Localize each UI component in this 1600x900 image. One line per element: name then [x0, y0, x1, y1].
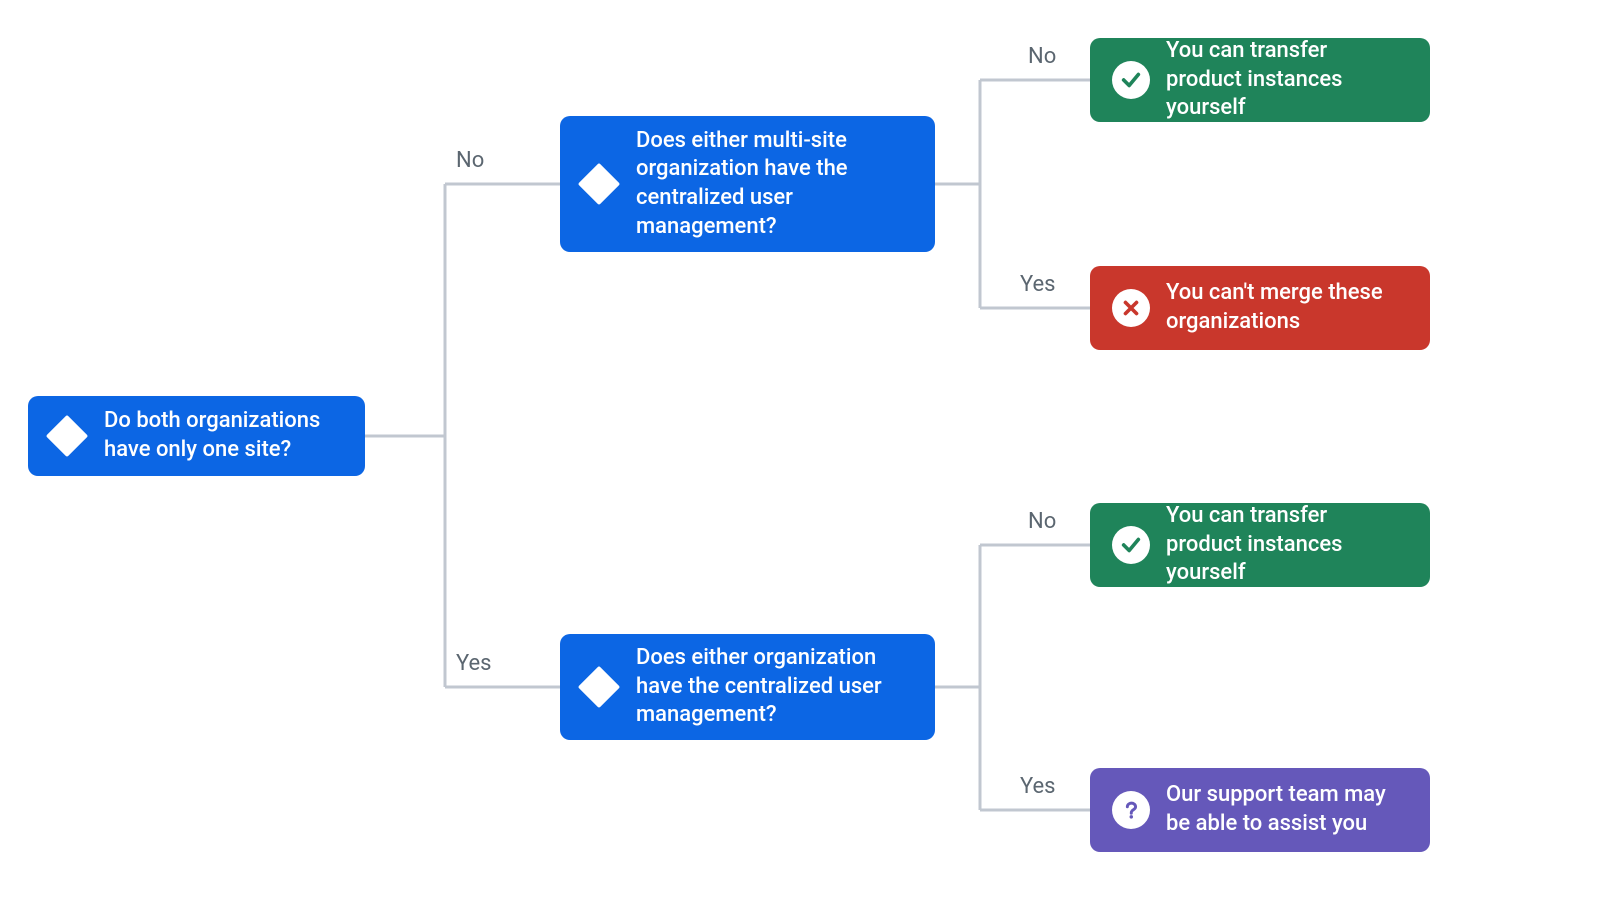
outcome-text: You can transfer product instances yours…	[1166, 502, 1408, 588]
edge-label-yes: Yes	[1020, 774, 1056, 799]
decision-root-text: Do both organizations have only one site…	[104, 407, 343, 464]
diamond-icon	[46, 415, 88, 457]
decision-centralized: Does either organization have the centra…	[560, 634, 935, 740]
decision-multisite-centralized-text: Does either multi-site organization have…	[636, 127, 913, 241]
outcome-support-assist: Our support team may be able to assist y…	[1090, 768, 1430, 852]
outcome-text: You can't merge these organizations	[1166, 279, 1408, 336]
outcome-transfer-yourself-2: You can transfer product instances yours…	[1090, 503, 1430, 587]
decision-root: Do both organizations have only one site…	[28, 396, 365, 476]
check-icon	[1112, 61, 1150, 99]
edge-label-yes: Yes	[456, 651, 492, 676]
outcome-cannot-merge: You can't merge these organizations	[1090, 266, 1430, 350]
outcome-transfer-yourself-1: You can transfer product instances yours…	[1090, 38, 1430, 122]
diamond-icon	[578, 163, 620, 205]
edge-label-no: No	[1028, 44, 1056, 69]
edge-label-no: No	[1028, 509, 1056, 534]
edge-label-yes: Yes	[1020, 272, 1056, 297]
flowchart-canvas: Do both organizations have only one site…	[0, 0, 1600, 900]
outcome-text: You can transfer product instances yours…	[1166, 37, 1408, 123]
check-icon	[1112, 526, 1150, 564]
decision-centralized-text: Does either organization have the centra…	[636, 644, 913, 730]
diamond-icon	[578, 666, 620, 708]
cross-icon	[1112, 289, 1150, 327]
decision-multisite-centralized: Does either multi-site organization have…	[560, 116, 935, 252]
edge-label-no: No	[456, 148, 484, 173]
outcome-text: Our support team may be able to assist y…	[1166, 781, 1408, 838]
question-icon	[1112, 791, 1150, 829]
